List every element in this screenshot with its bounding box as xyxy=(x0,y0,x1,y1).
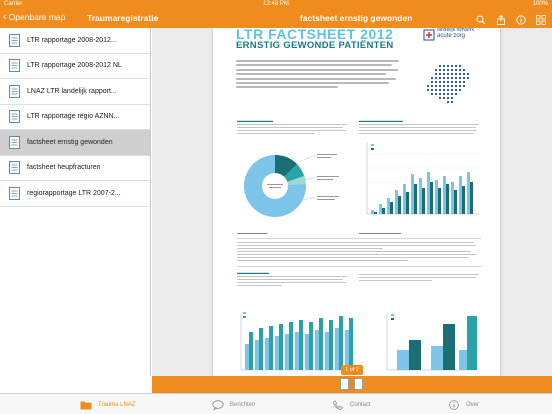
document-viewer[interactable]: LTR FACTSHEET 2012 ERNSTIG GEWONDE PATIË… xyxy=(152,28,552,376)
document-list-item[interactable]: regiorapportage LTR 2007-2... xyxy=(0,181,150,207)
document-icon xyxy=(9,59,20,73)
tab-label: Trauma LNAZ xyxy=(98,401,136,408)
document-icon xyxy=(9,135,20,149)
section-heading-left: ▬▬▬▬▬▬▬▬▬ xyxy=(237,118,273,123)
back-button-label: Openbare map xyxy=(8,12,66,22)
bar-chart-graphic xyxy=(366,142,479,215)
divider xyxy=(237,238,481,239)
folder-icon xyxy=(80,401,92,409)
page-indicator: 1 of 2 xyxy=(341,365,363,375)
tab-label: Contact xyxy=(350,401,371,408)
search-icon[interactable] xyxy=(476,12,486,25)
section-text-left xyxy=(237,276,349,288)
page-thumbnail-strip[interactable] xyxy=(152,376,552,393)
section-heading: ▬▬▬▬▬▬▬▬ xyxy=(237,270,269,275)
document-list-item[interactable]: LTR rapportage regio AZNN... xyxy=(0,105,150,130)
tab-bar: Trauma LNAZ Berichten Contact Over xyxy=(0,393,552,414)
document-label: factsheet heupfracturen xyxy=(27,164,101,172)
intro-text-block xyxy=(236,60,406,91)
document-list-item[interactable]: LNAZ LTR landelijk rapport... xyxy=(0,79,150,105)
chat-icon xyxy=(212,399,224,410)
document-list: LTR rapportage 2008-2012... LTR rapporta… xyxy=(0,28,151,376)
bar-chart-graphic xyxy=(386,314,479,371)
document-list-item[interactable]: LTR rapportage 2008-2012 NL xyxy=(0,54,150,79)
info-icon xyxy=(449,399,459,410)
status-time: 12:48 PM xyxy=(263,1,289,7)
info-icon[interactable] xyxy=(516,12,526,25)
page-thumbnail[interactable] xyxy=(354,378,363,390)
tab-contact[interactable]: Contact xyxy=(332,397,371,412)
navigation-bar: ‹ Openbare map Traumaregistratie factshe… xyxy=(0,9,552,28)
divider xyxy=(237,266,481,267)
document-title: factsheet ernstig gewonden xyxy=(300,13,413,23)
grid-icon[interactable] xyxy=(536,12,546,25)
chevron-left-icon: ‹ xyxy=(3,11,7,23)
document-list-item[interactable]: LTR rapportage 2008-2012... xyxy=(0,28,150,54)
section-heading-right: ▬▬▬▬▬▬▬▬▬▬▬ xyxy=(359,118,403,123)
section-text-left xyxy=(237,124,349,136)
sidebar-title: Traumaregistratie xyxy=(87,13,159,23)
figure-caption: ▬▬▬▬▬▬▬▬▬▬▬▬▬▬ xyxy=(359,231,401,235)
tab-label: Berichten xyxy=(230,401,256,408)
phone-icon xyxy=(333,399,343,410)
document-list-item-selected[interactable]: factsheet ernstig gewonden xyxy=(0,130,150,156)
donut-chart-graphic xyxy=(244,154,339,217)
tab-over[interactable]: Over xyxy=(448,397,479,412)
document-label: regiorapportage LTR 2007-2... xyxy=(27,189,121,197)
section-text-right xyxy=(359,274,481,283)
document-label: LTR rapportage 2008-2012 NL xyxy=(27,62,122,70)
logo-line: acute zorg xyxy=(437,32,466,39)
app: Carrier 12:48 PM 100% ‹ Openbare map Tra… xyxy=(0,0,552,414)
tab-trauma-lnaz[interactable]: Trauma LNAZ xyxy=(80,397,135,412)
logo-text: landelijk netwerk acute zorg xyxy=(437,28,474,39)
nav-actions xyxy=(476,12,546,25)
document-icon xyxy=(9,84,20,98)
netherlands-map-graphic xyxy=(426,64,470,104)
back-button[interactable]: ‹ Openbare map xyxy=(3,11,66,23)
document-label: LTR rapportage 2008-2012... xyxy=(27,36,117,44)
battery-indicator: 100% xyxy=(532,1,548,7)
lnaz-logo: landelijk netwerk acute zorg xyxy=(423,28,485,44)
footnote-text xyxy=(237,242,481,263)
document-label: LTR rapportage regio AZNN... xyxy=(27,113,120,121)
section-text-right xyxy=(359,124,481,136)
document-icon xyxy=(9,186,20,200)
document-label: factsheet ernstig gewonden xyxy=(27,138,113,146)
page-thumbnail[interactable] xyxy=(340,378,349,390)
figure-caption: ▬▬▬▬▬▬▬▬▬▬ xyxy=(237,231,267,235)
page-subheading: ERNSTIG GEWONDE PATIËNTEN xyxy=(236,40,394,51)
status-bar: Carrier 12:48 PM 100% xyxy=(0,0,552,9)
document-icon xyxy=(9,110,20,124)
document-icon xyxy=(9,161,20,175)
tab-label: Over xyxy=(466,401,480,408)
tab-berichten[interactable]: Berichten xyxy=(212,397,255,412)
share-icon[interactable] xyxy=(496,12,506,25)
document-page: LTR FACTSHEET 2012 ERNSTIG GEWONDE PATIË… xyxy=(213,28,500,376)
document-label: LNAZ LTR landelijk rapport... xyxy=(27,87,117,95)
document-list-item[interactable]: factsheet heupfracturen xyxy=(0,156,150,181)
document-icon xyxy=(9,33,20,47)
